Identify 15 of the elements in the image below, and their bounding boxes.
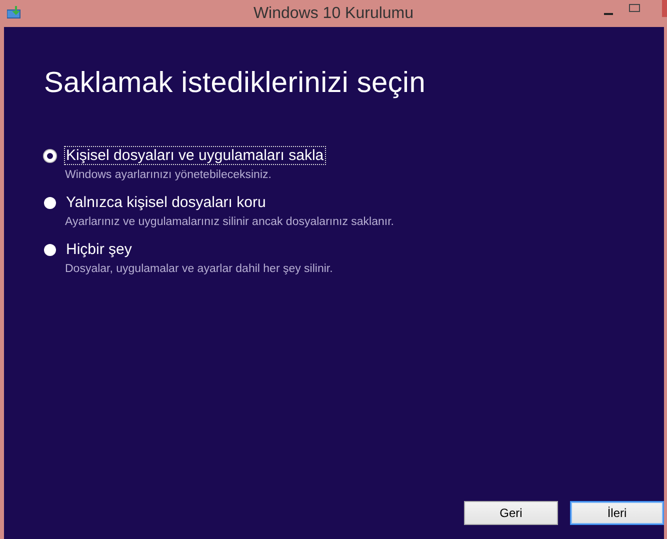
radio-button[interactable] bbox=[44, 244, 56, 256]
window-title: Windows 10 Kurulumu bbox=[253, 4, 414, 22]
option-description: Windows ayarlarınızı yönetebileceksiniz. bbox=[65, 169, 272, 181]
maximize-button[interactable] bbox=[629, 4, 640, 12]
option-label[interactable]: Yalnızca kişisel dosyaları koru bbox=[64, 193, 268, 212]
nav-button[interactable]: Geri bbox=[464, 501, 558, 525]
setup-icon bbox=[7, 6, 21, 19]
option-description: Dosyalar, uygulamalar ve ayarlar dahil her şey silinir. bbox=[65, 263, 334, 275]
page-heading: Saklamak istediklerinizi seçin bbox=[44, 67, 427, 100]
radio-button[interactable] bbox=[44, 150, 56, 162]
nav-button[interactable]: İleri bbox=[570, 501, 664, 525]
option-label[interactable]: Kişisel dosyaları ve uygulamaları sakla bbox=[64, 146, 326, 165]
option-label[interactable]: Hiçbir şey bbox=[64, 240, 134, 259]
radio-button[interactable] bbox=[44, 196, 56, 208]
option-description: Ayarlarınız ve uygulamalarınız silinir ancak dosyalarınız saklanır. bbox=[65, 216, 395, 228]
